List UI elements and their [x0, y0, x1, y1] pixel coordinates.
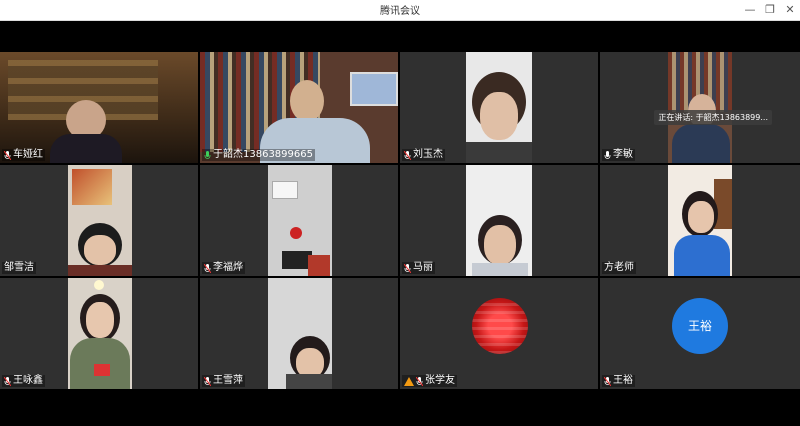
participant-tile[interactable]: 方老师	[600, 165, 800, 276]
participant-grid: 车娅红 于韶杰13863899665 刘玉杰 正在讲话: 于韶杰13863899…	[0, 52, 800, 392]
participant-name-tag: 李敏	[602, 149, 635, 161]
participant-video	[268, 165, 332, 276]
participant-avatar-image	[472, 298, 528, 354]
participant-video	[668, 165, 732, 276]
window-titlebar: 腾讯会议 — ❐ ✕	[0, 0, 800, 21]
participant-tile[interactable]: 刘玉杰	[400, 52, 598, 163]
mic-muted-icon	[404, 150, 411, 160]
participant-name-tag: 刘玉杰	[402, 149, 445, 161]
mic-muted-icon	[4, 150, 11, 160]
participant-video	[200, 52, 398, 163]
participant-tile[interactable]: 王咏鑫	[0, 278, 198, 389]
participant-name: 李敏	[613, 149, 633, 160]
participant-video	[68, 278, 132, 389]
participant-name: 张学友	[425, 375, 455, 386]
participant-avatar: 王裕	[672, 298, 728, 354]
participant-name-tag: 邹雪洁	[2, 262, 36, 274]
participant-name: 方老师	[604, 262, 634, 273]
close-button[interactable]: ✕	[782, 2, 798, 18]
meeting-toolbar-area	[0, 392, 800, 426]
participant-name: 王咏鑫	[13, 375, 43, 386]
participant-video	[466, 165, 532, 276]
participant-name-tag: 于韶杰13863899665	[202, 149, 315, 161]
participant-tile[interactable]: 邹雪洁	[0, 165, 198, 276]
participant-name-tag: 方老师	[602, 262, 636, 274]
participant-tile[interactable]: 李福烨	[200, 165, 398, 276]
participant-tile[interactable]: 车娅红	[0, 52, 198, 163]
participant-name: 邹雪洁	[4, 262, 34, 273]
participant-tile[interactable]: 于韶杰13863899665	[200, 52, 398, 163]
participant-tile[interactable]: 正在讲话: 于韶杰13863899... 李敏	[600, 52, 800, 163]
participant-tile[interactable]: 王裕 王裕	[600, 278, 800, 389]
participant-name-tag: 王雪萍	[202, 375, 245, 387]
participant-name-tag: 马丽	[402, 262, 435, 274]
minimize-button[interactable]: —	[742, 2, 758, 18]
participant-name: 王裕	[613, 375, 633, 386]
participant-tile[interactable]: 马丽	[400, 165, 598, 276]
restore-button[interactable]: ❐	[762, 2, 778, 18]
speaking-indicator: 正在讲话: 于韶杰13863899...	[654, 110, 772, 125]
mic-muted-icon	[604, 376, 611, 386]
mic-muted-icon	[4, 376, 11, 386]
host-badge-icon	[404, 376, 414, 386]
participant-name-tag: 李福烨	[202, 262, 245, 274]
participant-name-tag: 车娅红	[2, 149, 45, 161]
participant-video	[68, 165, 132, 276]
mic-muted-icon	[404, 263, 411, 273]
participant-tile[interactable]: 张学友	[400, 278, 598, 389]
participant-video	[268, 278, 332, 389]
participant-name: 刘玉杰	[413, 149, 443, 160]
mic-active-icon	[204, 150, 211, 159]
participant-tile[interactable]: 王雪萍	[200, 278, 398, 389]
participant-name: 于韶杰13863899665	[213, 149, 313, 160]
participant-video	[466, 52, 532, 163]
participant-name: 马丽	[413, 262, 433, 273]
mic-muted-icon	[204, 263, 211, 273]
mic-icon	[604, 150, 611, 159]
window-title: 腾讯会议	[380, 6, 420, 17]
mic-muted-icon	[204, 376, 211, 386]
participant-name-tag: 王裕	[602, 375, 635, 387]
participant-name: 王雪萍	[213, 375, 243, 386]
mic-muted-icon	[416, 376, 423, 386]
participant-name-tag: 王咏鑫	[2, 375, 45, 387]
participant-name: 李福烨	[213, 262, 243, 273]
participant-video	[668, 52, 732, 163]
participant-name-tag: 张学友	[402, 375, 457, 387]
participant-video	[0, 52, 198, 163]
participant-name: 车娅红	[13, 149, 43, 160]
